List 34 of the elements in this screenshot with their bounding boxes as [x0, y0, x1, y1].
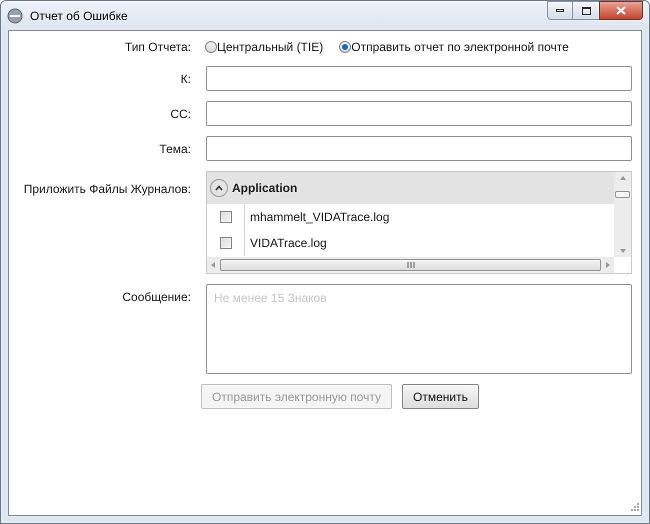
- checkbox[interactable]: [220, 211, 232, 223]
- text-field[interactable]: [206, 101, 632, 126]
- text-field[interactable]: [206, 136, 632, 161]
- field-label: Сообщение:: [122, 289, 191, 306]
- radio-option[interactable]: Центральный (TIE): [205, 38, 324, 56]
- field-label: Приложить Файлы Журналов:: [24, 181, 191, 198]
- cancel-button[interactable]: Отменить: [402, 384, 479, 409]
- file-name: mhammelt_VIDATrace.log: [249, 209, 390, 226]
- minimize-button[interactable]: [547, 1, 573, 20]
- scroll-right-icon[interactable]: [606, 262, 610, 268]
- scroll-thumb[interactable]: [220, 259, 601, 271]
- resize-grip-icon[interactable]: [629, 503, 639, 513]
- vertical-scrollbar[interactable]: [614, 172, 631, 257]
- scroll-down-icon[interactable]: [620, 249, 626, 253]
- checkbox[interactable]: [220, 237, 232, 249]
- file-name: VIDATrace.log: [249, 235, 327, 252]
- horizontal-scrollbar[interactable]: [207, 257, 614, 273]
- field-label: К:: [180, 70, 191, 88]
- scroll-thumb[interactable]: [615, 191, 630, 198]
- close-button[interactable]: [599, 1, 643, 20]
- group-header[interactable]: Application: [207, 172, 614, 204]
- radio-option[interactable]: Отправить отчет по электронной почте: [339, 38, 569, 56]
- window-title: Отчет об Ошибке: [30, 8, 128, 24]
- field-label: CC:: [170, 106, 191, 122]
- scroll-left-icon[interactable]: [211, 262, 215, 268]
- field-label: Тип Отчета:: [124, 39, 191, 56]
- maximize-button[interactable]: [573, 1, 599, 20]
- grip-icon: [406, 262, 414, 268]
- field-label: Тема:: [159, 140, 191, 158]
- close-icon: [616, 6, 626, 15]
- text-field[interactable]: [206, 66, 632, 91]
- logo-icon: [7, 8, 23, 24]
- scroll-up-icon[interactable]: [620, 176, 626, 180]
- collapse-icon[interactable]: [210, 179, 228, 197]
